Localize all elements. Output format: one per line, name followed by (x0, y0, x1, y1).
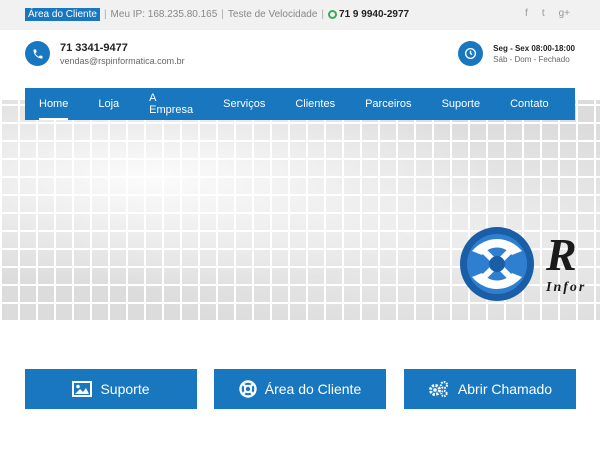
business-hours: Seg - Sex 08:00-18:00 Sáb - Dom - Fechad… (458, 41, 575, 66)
nav-contato[interactable]: Contato (510, 98, 549, 110)
separator: | (221, 9, 224, 20)
whatsapp-link[interactable]: 71 9 9940-2977 (328, 9, 409, 20)
separator: | (321, 9, 325, 20)
speed-test-link[interactable]: Teste de Velocidade (228, 9, 318, 20)
gears-icon (428, 380, 450, 398)
hours-week: Seg - Sex 08:00-18:00 (493, 43, 575, 53)
nav-loja[interactable]: Loja (98, 98, 119, 110)
nav-a-empresa[interactable]: A Empresa (149, 92, 193, 116)
nav-suporte[interactable]: Suporte (442, 98, 481, 110)
clock-icon (458, 41, 484, 66)
brand-logo: R Infor (458, 225, 586, 303)
phone-number: 71 3341-9477 (60, 41, 128, 54)
suporte-button-label: Suporte (100, 381, 150, 397)
main-nav: Home Loja A Empresa Serviços Clientes Pa… (25, 88, 575, 120)
abrir-chamado-button-label: Abrir Chamado (457, 381, 553, 397)
brand-subtitle: Infor (546, 280, 587, 295)
hours-weekend: Sáb - Dom - Fechado (493, 54, 570, 64)
email-address[interactable]: vendas@rspinformatica.com.br (60, 56, 185, 66)
nav-clientes[interactable]: Clientes (295, 98, 335, 110)
facebook-icon[interactable]: f (525, 8, 528, 19)
abrir-chamado-button[interactable]: Abrir Chamado (404, 369, 576, 409)
nav-parceiros[interactable]: Parceiros (365, 98, 411, 110)
contact-info: 71 3341-9477 vendas@rspinformatica.com.b… (25, 41, 185, 66)
whatsapp-icon (328, 10, 338, 19)
image-icon (72, 381, 93, 397)
nav-servicos[interactable]: Serviços (223, 98, 265, 110)
rsp-logo-icon (460, 227, 534, 301)
nav-home[interactable]: Home (39, 98, 69, 120)
area-cliente-button[interactable]: Área do Cliente (214, 369, 386, 409)
area-cliente-button-label: Área do Cliente (264, 381, 362, 397)
twitter-icon[interactable]: t (542, 8, 545, 19)
separator: | (103, 9, 107, 20)
google-plus-icon[interactable]: g+ (559, 8, 570, 19)
top-bar-links: Área do Cliente | Meu IP: 168.235.80.165… (25, 8, 409, 21)
suporte-button[interactable]: Suporte (25, 369, 197, 409)
lifebuoy-icon (239, 380, 257, 398)
client-area-link[interactable]: Área do Cliente (25, 8, 100, 21)
ip-text: Meu IP: 168.235.80.165 (110, 9, 218, 20)
whatsapp-number: 71 9 9940-2977 (339, 9, 410, 20)
top-bar: Área do Cliente | Meu IP: 168.235.80.165… (0, 0, 600, 30)
hero-banner: R Infor (0, 100, 600, 322)
social-links: f t g+ (525, 8, 570, 19)
brand-name: R (546, 229, 577, 280)
phone-icon (25, 41, 50, 66)
